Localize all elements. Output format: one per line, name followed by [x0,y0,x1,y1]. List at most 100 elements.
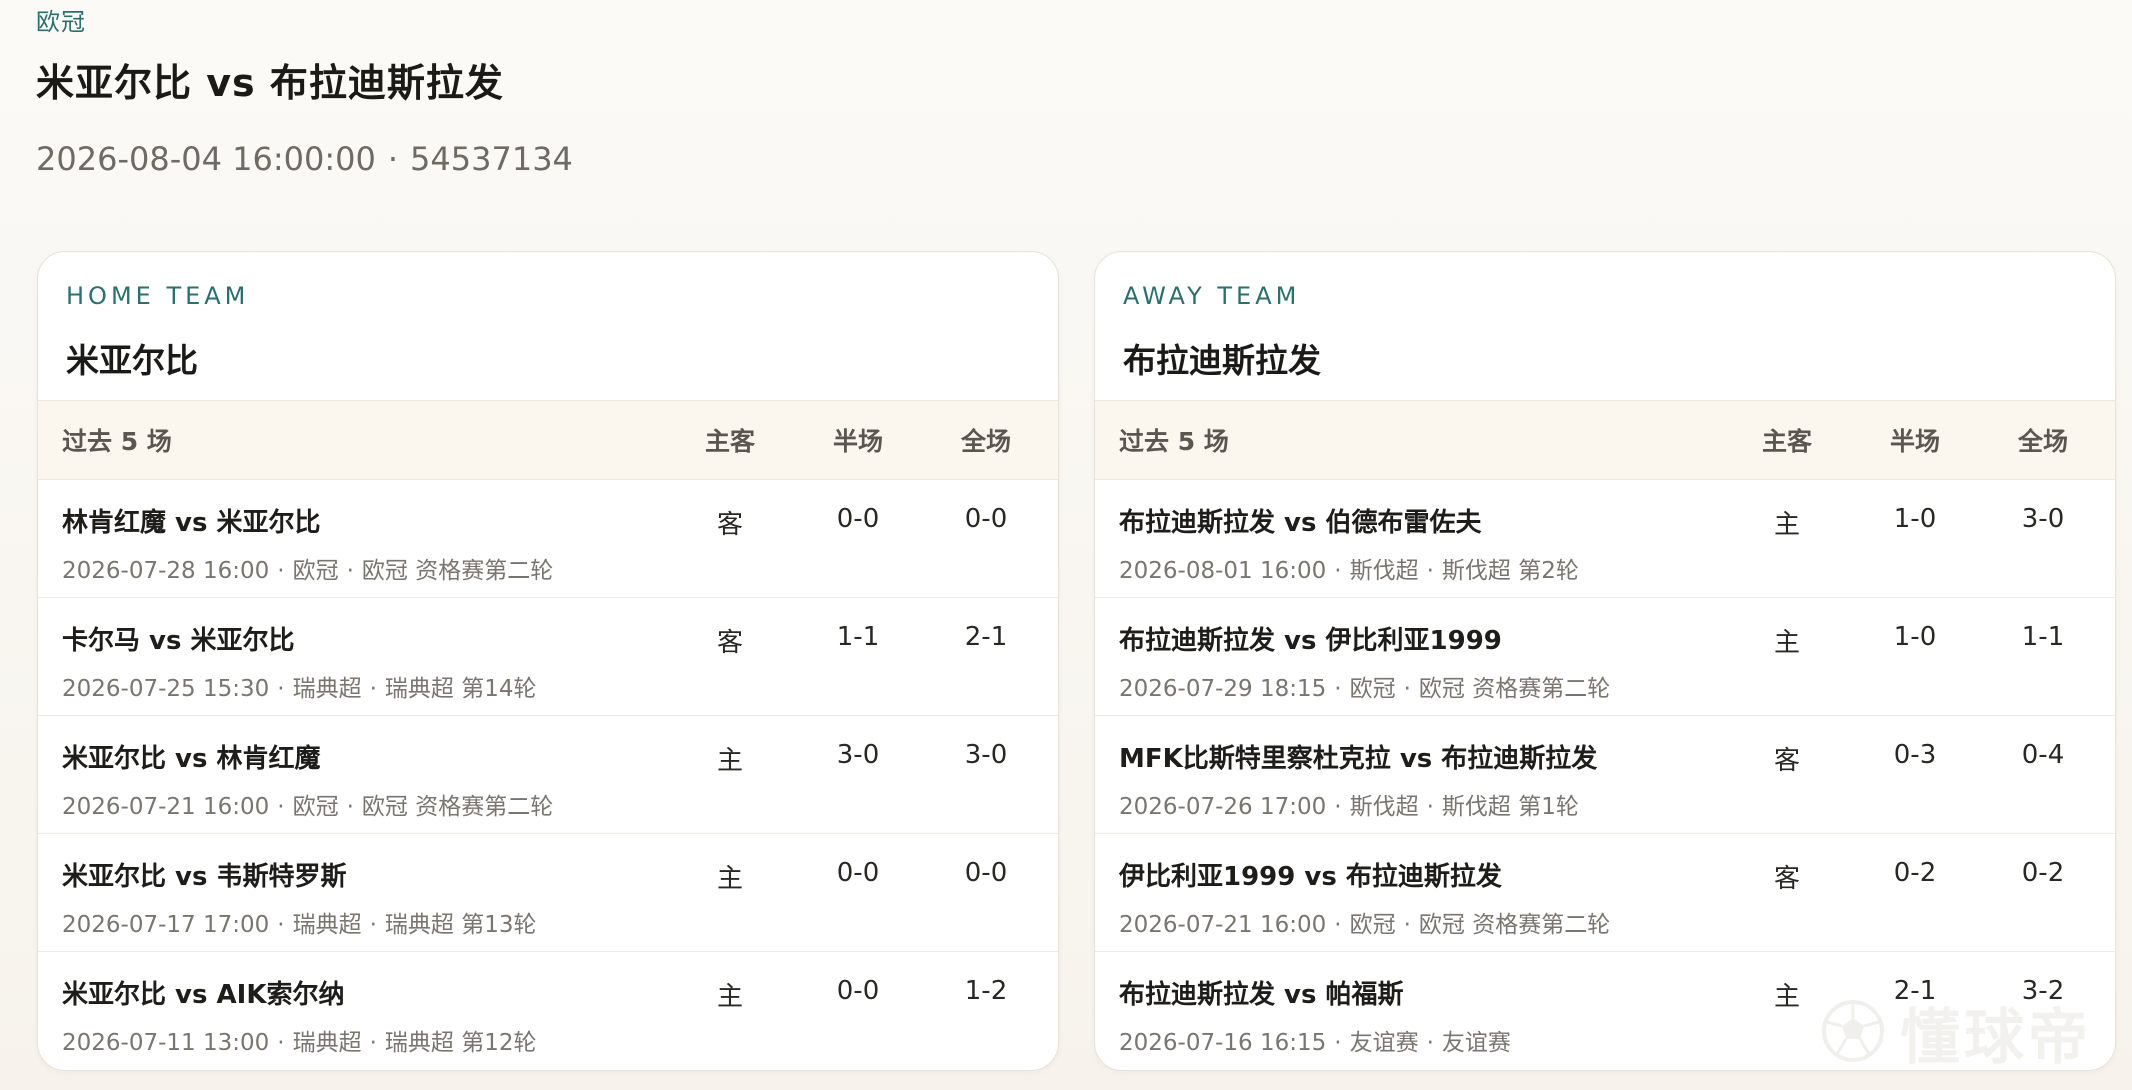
match-title: 布拉迪斯拉发 vs 伊比利亚1999 [1119,626,1502,656]
match-round: 欧冠 资格赛第二轮 [361,794,554,820]
match-title: MFK比斯特里察杜克拉 vs 布拉迪斯拉发 [1119,744,1598,774]
page-title: 米亚尔比 vs 布拉迪斯拉发 [36,61,504,105]
sub-separator: · [1334,794,1342,820]
sub-separator: · [277,558,285,584]
match-round: 瑞典超 第14轮 [384,676,537,702]
match-date: 2026-07-21 16:00 [1119,912,1327,938]
match-subtitle: 2026-07-21 16:00 · 欧冠 · 欧冠 资格赛第二轮 [1119,905,1723,939]
match-date: 2026-07-25 15:30 [62,676,270,702]
half-score-cell: 0-0 [836,976,880,1006]
header-recent: 过去 5 场 [1119,427,1229,456]
match-date: 2026-07-11 13:00 [62,1030,270,1056]
half-score-cell: 0-2 [1893,858,1937,888]
sub-separator: · [1334,912,1342,938]
home-team-name: 米亚尔比 [66,341,198,380]
sub-separator: · [1426,1030,1434,1056]
sub-separator: · [1334,676,1342,702]
match-subtitle: 2026-07-26 17:00 · 斯伐超 · 斯伐超 第1轮 [1119,787,1723,821]
table-row[interactable]: 伊比利亚1999 vs 布拉迪斯拉发 2026-07-21 16:00 · 欧冠 · 欧… [1095,834,2115,952]
match-id: 54537134 [410,140,573,178]
away-team-name: 布拉迪斯拉发 [1123,341,1321,380]
match-competition: 欧冠 [1349,676,1396,702]
match-date: 2026-07-16 16:15 [1119,1030,1327,1056]
match-subtitle: 2026-07-17 17:00 · 瑞典超 · 瑞典超 第13轮 [62,905,666,939]
match-round: 友谊赛 [1441,1030,1511,1056]
match-round: 斯伐超 第1轮 [1441,794,1579,820]
sub-separator: · [1334,558,1342,584]
full-score-cell: 1-2 [964,976,1008,1006]
match-date: 2026-08-01 16:00 [1119,558,1327,584]
table-row[interactable]: 布拉迪斯拉发 vs 伊比利亚1999 2026-07-29 18:15 · 欧冠 · 欧… [1095,598,2115,716]
home-match-list: 林肯红魔 vs 米亚尔比 2026-07-28 16:00 · 欧冠 · 欧冠 资格赛第… [38,480,1058,1070]
table-row[interactable]: MFK比斯特里察杜克拉 vs 布拉迪斯拉发 2026-07-26 17:00 · 斯… [1095,716,2115,834]
match-round: 欧冠 资格赛第二轮 [1418,676,1611,702]
match-cell: 米亚尔比 vs AIK索尔纳 2026-07-11 13:00 · 瑞典超 · 瑞典超 … [38,952,666,1057]
match-round: 斯伐超 第2轮 [1441,558,1579,584]
sub-separator: · [1426,794,1434,820]
match-date: 2026-07-29 18:15 [1119,676,1327,702]
table-row[interactable]: 布拉迪斯拉发 vs 伯德布雷佐夫 2026-08-01 16:00 · 斯伐超 · 斯伐… [1095,480,2115,598]
table-row[interactable]: 米亚尔比 vs 韦斯特罗斯 2026-07-17 17:00 · 瑞典超 · 瑞典超 第… [38,834,1058,952]
match-competition: 欧冠 [1349,912,1396,938]
table-row[interactable]: 米亚尔比 vs AIK索尔纳 2026-07-11 13:00 · 瑞典超 · 瑞典超 … [38,952,1058,1070]
table-row[interactable]: 林肯红魔 vs 米亚尔比 2026-07-28 16:00 · 欧冠 · 欧冠 资格赛第… [38,480,1058,598]
match-date: 2026-07-17 17:00 [62,912,270,938]
sub-separator: · [1426,558,1434,584]
match-date: 2026-07-21 16:00 [62,794,270,820]
watermark-text: 懂球帝 [1900,1003,2092,1073]
match-competition: 友谊赛 [1349,1030,1419,1056]
sub-separator: · [346,558,354,584]
table-row[interactable]: 卡尔马 vs 米亚尔比 2026-07-25 15:30 · 瑞典超 · 瑞典超 第14… [38,598,1058,716]
home-team-tag: HOME TEAM [66,282,250,310]
match-cell: MFK比斯特里察杜克拉 vs 布拉迪斯拉发 2026-07-26 17:00 · 斯… [1095,716,1723,821]
match-subtitle: 2026-07-28 16:00 · 欧冠 · 欧冠 资格赛第二轮 [62,551,666,585]
sub-separator: · [1403,676,1411,702]
home-away-cell: 主 [716,864,743,894]
home-away-cell: 客 [1773,746,1800,776]
match-title: 米亚尔比 vs AIK索尔纳 [62,980,345,1010]
half-score-cell: 3-0 [836,740,880,770]
match-cell: 米亚尔比 vs 林肯红魔 2026-07-21 16:00 · 欧冠 · 欧冠 资格赛第… [38,716,666,821]
header-full: 全场 [2017,427,2068,456]
match-meta: 2026-08-04 16:00:00 · 54537134 [36,140,573,178]
away-match-list: 布拉迪斯拉发 vs 伯德布雷佐夫 2026-08-01 16:00 · 斯伐超 · 斯伐… [1095,480,2115,1070]
match-title: 米亚尔比 vs 韦斯特罗斯 [62,862,347,892]
match-cell: 伊比利亚1999 vs 布拉迪斯拉发 2026-07-21 16:00 · 欧冠 · 欧… [1095,834,1723,939]
away-table-header: 过去 5 场 主客 半场 全场 [1095,400,2115,480]
header-home-away: 主客 [704,427,755,456]
away-team-tag: AWAY TEAM [1123,282,1301,310]
home-away-cell: 客 [716,510,743,540]
match-round: 欧冠 资格赛第二轮 [1418,912,1611,938]
match-subtitle: 2026-07-29 18:15 · 欧冠 · 欧冠 资格赛第二轮 [1119,669,1723,703]
match-cell: 布拉迪斯拉发 vs 帕福斯 2026-07-16 16:15 · 友谊赛 · 友谊赛 [1095,952,1723,1057]
sub-separator: · [369,912,377,938]
half-score-cell: 1-0 [1893,504,1937,534]
header-recent: 过去 5 场 [62,427,172,456]
match-round: 欧冠 资格赛第二轮 [361,558,554,584]
half-score-cell: 0-0 [836,504,880,534]
match-competition: 欧冠 [292,558,339,584]
match-title: 林肯红魔 vs 米亚尔比 [62,508,321,538]
full-score-cell: 0-0 [964,504,1008,534]
match-subtitle: 2026-08-01 16:00 · 斯伐超 · 斯伐超 第2轮 [1119,551,1723,585]
sub-separator: · [369,676,377,702]
home-table-header: 过去 5 场 主客 半场 全场 [38,400,1058,480]
match-detail-page: 欧冠 米亚尔比 vs 布拉迪斯拉发 2026-08-04 16:00:00 · 54… [0,0,2132,1090]
match-title: 布拉迪斯拉发 vs 伯德布雷佐夫 [1119,508,1482,538]
home-away-cell: 主 [716,746,743,776]
full-score-cell: 1-1 [2021,622,2065,652]
match-cell: 卡尔马 vs 米亚尔比 2026-07-25 15:30 · 瑞典超 · 瑞典超 第14… [38,598,666,703]
home-card-header: HOME TEAM 米亚尔比 [38,252,1058,400]
league-label: 欧冠 [36,8,86,36]
match-competition: 欧冠 [292,794,339,820]
sub-separator: · [346,794,354,820]
sub-separator: · [277,676,285,702]
match-cell: 米亚尔比 vs 韦斯特罗斯 2026-07-17 17:00 · 瑞典超 · 瑞典超 第… [38,834,666,939]
match-datetime: 2026-08-04 16:00:00 [36,140,376,178]
full-score-cell: 2-1 [964,622,1008,652]
full-score-cell: 0-4 [2021,740,2065,770]
sub-separator: · [1403,912,1411,938]
match-competition: 瑞典超 [292,1030,362,1056]
header-half: 半场 [832,427,883,456]
table-row[interactable]: 米亚尔比 vs 林肯红魔 2026-07-21 16:00 · 欧冠 · 欧冠 资格赛第… [38,716,1058,834]
